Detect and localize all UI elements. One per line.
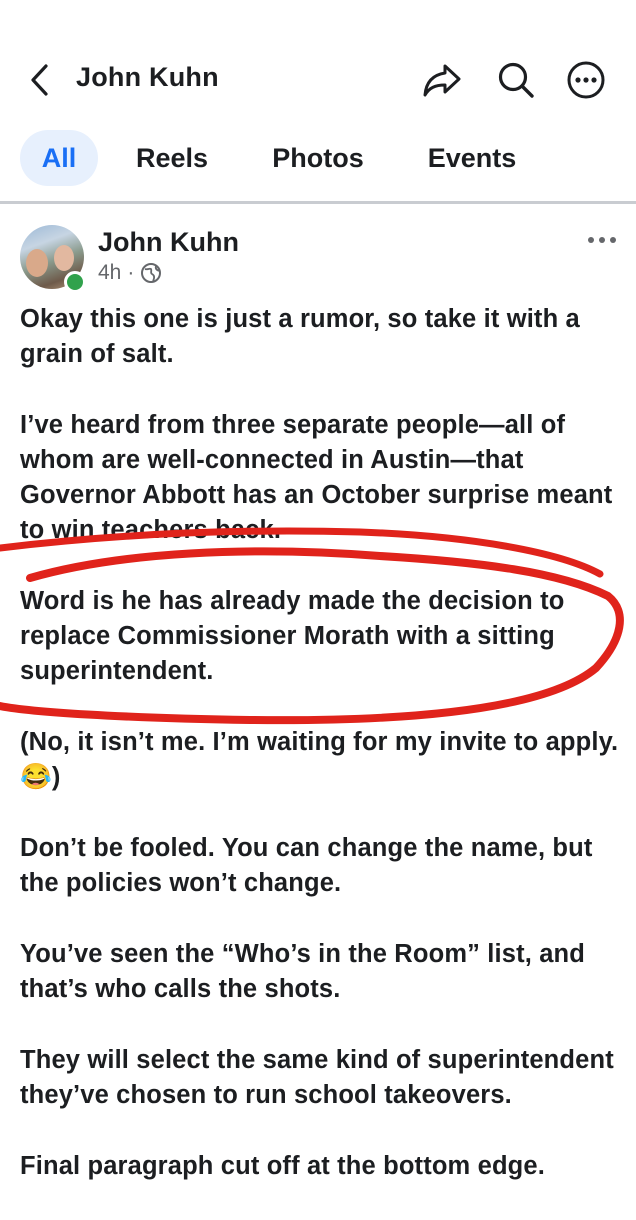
post-paragraph: Don’t be fooled. You can change the name… (20, 834, 593, 897)
back-button[interactable] (22, 60, 58, 100)
tab-reels[interactable]: Reels (122, 130, 222, 186)
post-paragraph: You’ve seen the “Who’s in the Room” list… (20, 940, 585, 1003)
search-button[interactable] (494, 58, 538, 102)
post-paragraph: (No, it isn’t me. I’m waiting for my inv… (20, 728, 619, 791)
post-paragraph: Word is he has already made the decision… (20, 587, 565, 685)
share-arrow-icon (423, 64, 461, 97)
post-paragraph: Okay this one is just a rumor, so take i… (20, 305, 580, 368)
tab-all[interactable]: All (20, 130, 98, 186)
tab-bar: All Reels Photos Events (0, 122, 636, 202)
top-bar: John Kuhn (0, 40, 636, 120)
tab-label: All (41, 142, 77, 173)
post-author[interactable]: John Kuhn (98, 227, 239, 258)
search-icon (498, 62, 534, 98)
chevron-left-icon (31, 64, 48, 96)
tab-events[interactable]: Events (414, 130, 530, 186)
more-button[interactable] (564, 58, 608, 102)
online-status-dot (64, 271, 86, 293)
tab-photos[interactable]: Photos (254, 130, 382, 186)
globe-icon (141, 263, 162, 283)
post-options-button[interactable] (582, 225, 622, 255)
post-body: Okay this one is just a rumor, so take i… (20, 302, 624, 1220)
tab-label: Photos (272, 142, 364, 173)
meta-separator: · (127, 261, 135, 284)
tab-label: Events (427, 142, 517, 173)
post-paragraph: Final paragraph cut off at the bottom ed… (20, 1152, 545, 1180)
page-title: John Kuhn (76, 62, 219, 92)
tab-label: Reels (135, 142, 209, 173)
post-paragraph: They will select the same kind of superi… (20, 1046, 614, 1109)
post-paragraph: I’ve heard from three separate people—al… (20, 411, 613, 544)
post-header: John Kuhn 4h · (0, 215, 636, 295)
section-divider (0, 201, 636, 204)
share-button[interactable] (420, 58, 464, 102)
more-circle-icon (567, 61, 605, 99)
horizontal-dots-icon (588, 237, 616, 243)
post-meta: 4h · (98, 261, 162, 285)
post-time[interactable]: 4h (98, 261, 121, 285)
